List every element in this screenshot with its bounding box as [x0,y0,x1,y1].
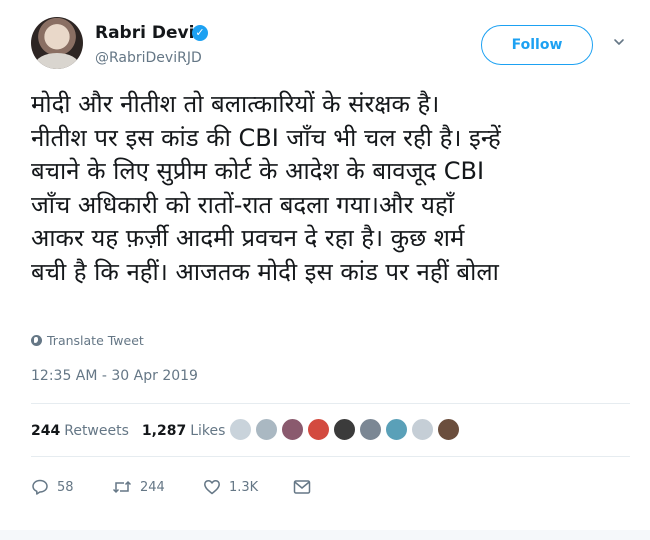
globe-icon [31,335,42,346]
tweet-line: आकर यह फ़र्ज़ी आदमी प्रवचन दे रहा है। कु… [31,224,465,252]
tweet-line: जाँच अधिकारी को रातों-रात बदला गया।और यह… [31,190,454,219]
reply-button[interactable]: 58 [31,478,112,496]
liker-avatar[interactable] [411,418,434,441]
divider [31,456,630,457]
tweet-card: Rabri Devi ✓ @RabriDeviRJD Follow मोदी औ… [0,0,650,540]
liker-avatar[interactable] [385,418,408,441]
translate-tweet-link[interactable]: Translate Tweet [31,333,144,348]
liker-avatars [229,418,460,441]
follow-button[interactable]: Follow [481,25,593,65]
avatar[interactable] [31,17,83,69]
tweet-line: बची है कि नहीं। आजतक मोदी इस कांड पर नही… [31,257,499,286]
user-name[interactable]: Rabri Devi [95,23,194,43]
timestamp[interactable]: 12:35 AM - 30 Apr 2019 [31,368,198,384]
likes-label: Likes [190,423,226,439]
tweet-line: बचाने के लिए सुप्रीम कोर्ट के आदेश के बा… [31,157,485,185]
likes-count: 1,287 [141,423,187,439]
retweets-count: 244 [31,423,61,439]
bottom-strip [0,530,650,540]
tweet-line: मोदी और नीतीश तो बलात्कारियों के संरक्षक… [31,90,440,118]
reply-count: 58 [57,479,74,495]
reply-icon [32,479,48,495]
translate-label: Translate Tweet [47,333,144,348]
heart-icon [204,479,220,495]
retweet-button[interactable]: 244 [112,478,203,496]
envelope-icon [293,480,311,494]
liker-avatar[interactable] [255,418,278,441]
liker-avatar[interactable] [229,418,252,441]
tweet-text: मोदी और नीतीश तो बलात्कारियों के संरक्षक… [31,88,643,289]
like-count: 1.3K [229,479,259,495]
direct-message-button[interactable] [293,479,311,495]
like-button[interactable]: 1.3K [203,478,293,496]
retweets-stat[interactable]: 244 Retweets [31,423,129,439]
retweet-count: 244 [140,479,165,495]
liker-avatar[interactable] [307,418,330,441]
divider [31,403,630,404]
likes-stat[interactable]: 1,287 Likes [142,423,226,439]
tweet-line: नीतीश पर इस कांड की CBI जाँच भी चल रही ह… [31,123,501,152]
liker-avatar[interactable] [281,418,304,441]
retweets-label: Retweets [64,423,129,439]
liker-avatar[interactable] [359,418,382,441]
verified-badge-icon: ✓ [192,25,208,41]
retweet-icon [112,480,132,494]
liker-avatar[interactable] [437,418,460,441]
engagement-stats: 244 Retweets 1,287 Likes [31,423,225,439]
chevron-down-icon[interactable] [613,36,625,48]
action-bar: 58 244 1.3K [31,478,311,496]
user-handle[interactable]: @RabriDeviRJD [95,50,202,66]
liker-avatar[interactable] [333,418,356,441]
